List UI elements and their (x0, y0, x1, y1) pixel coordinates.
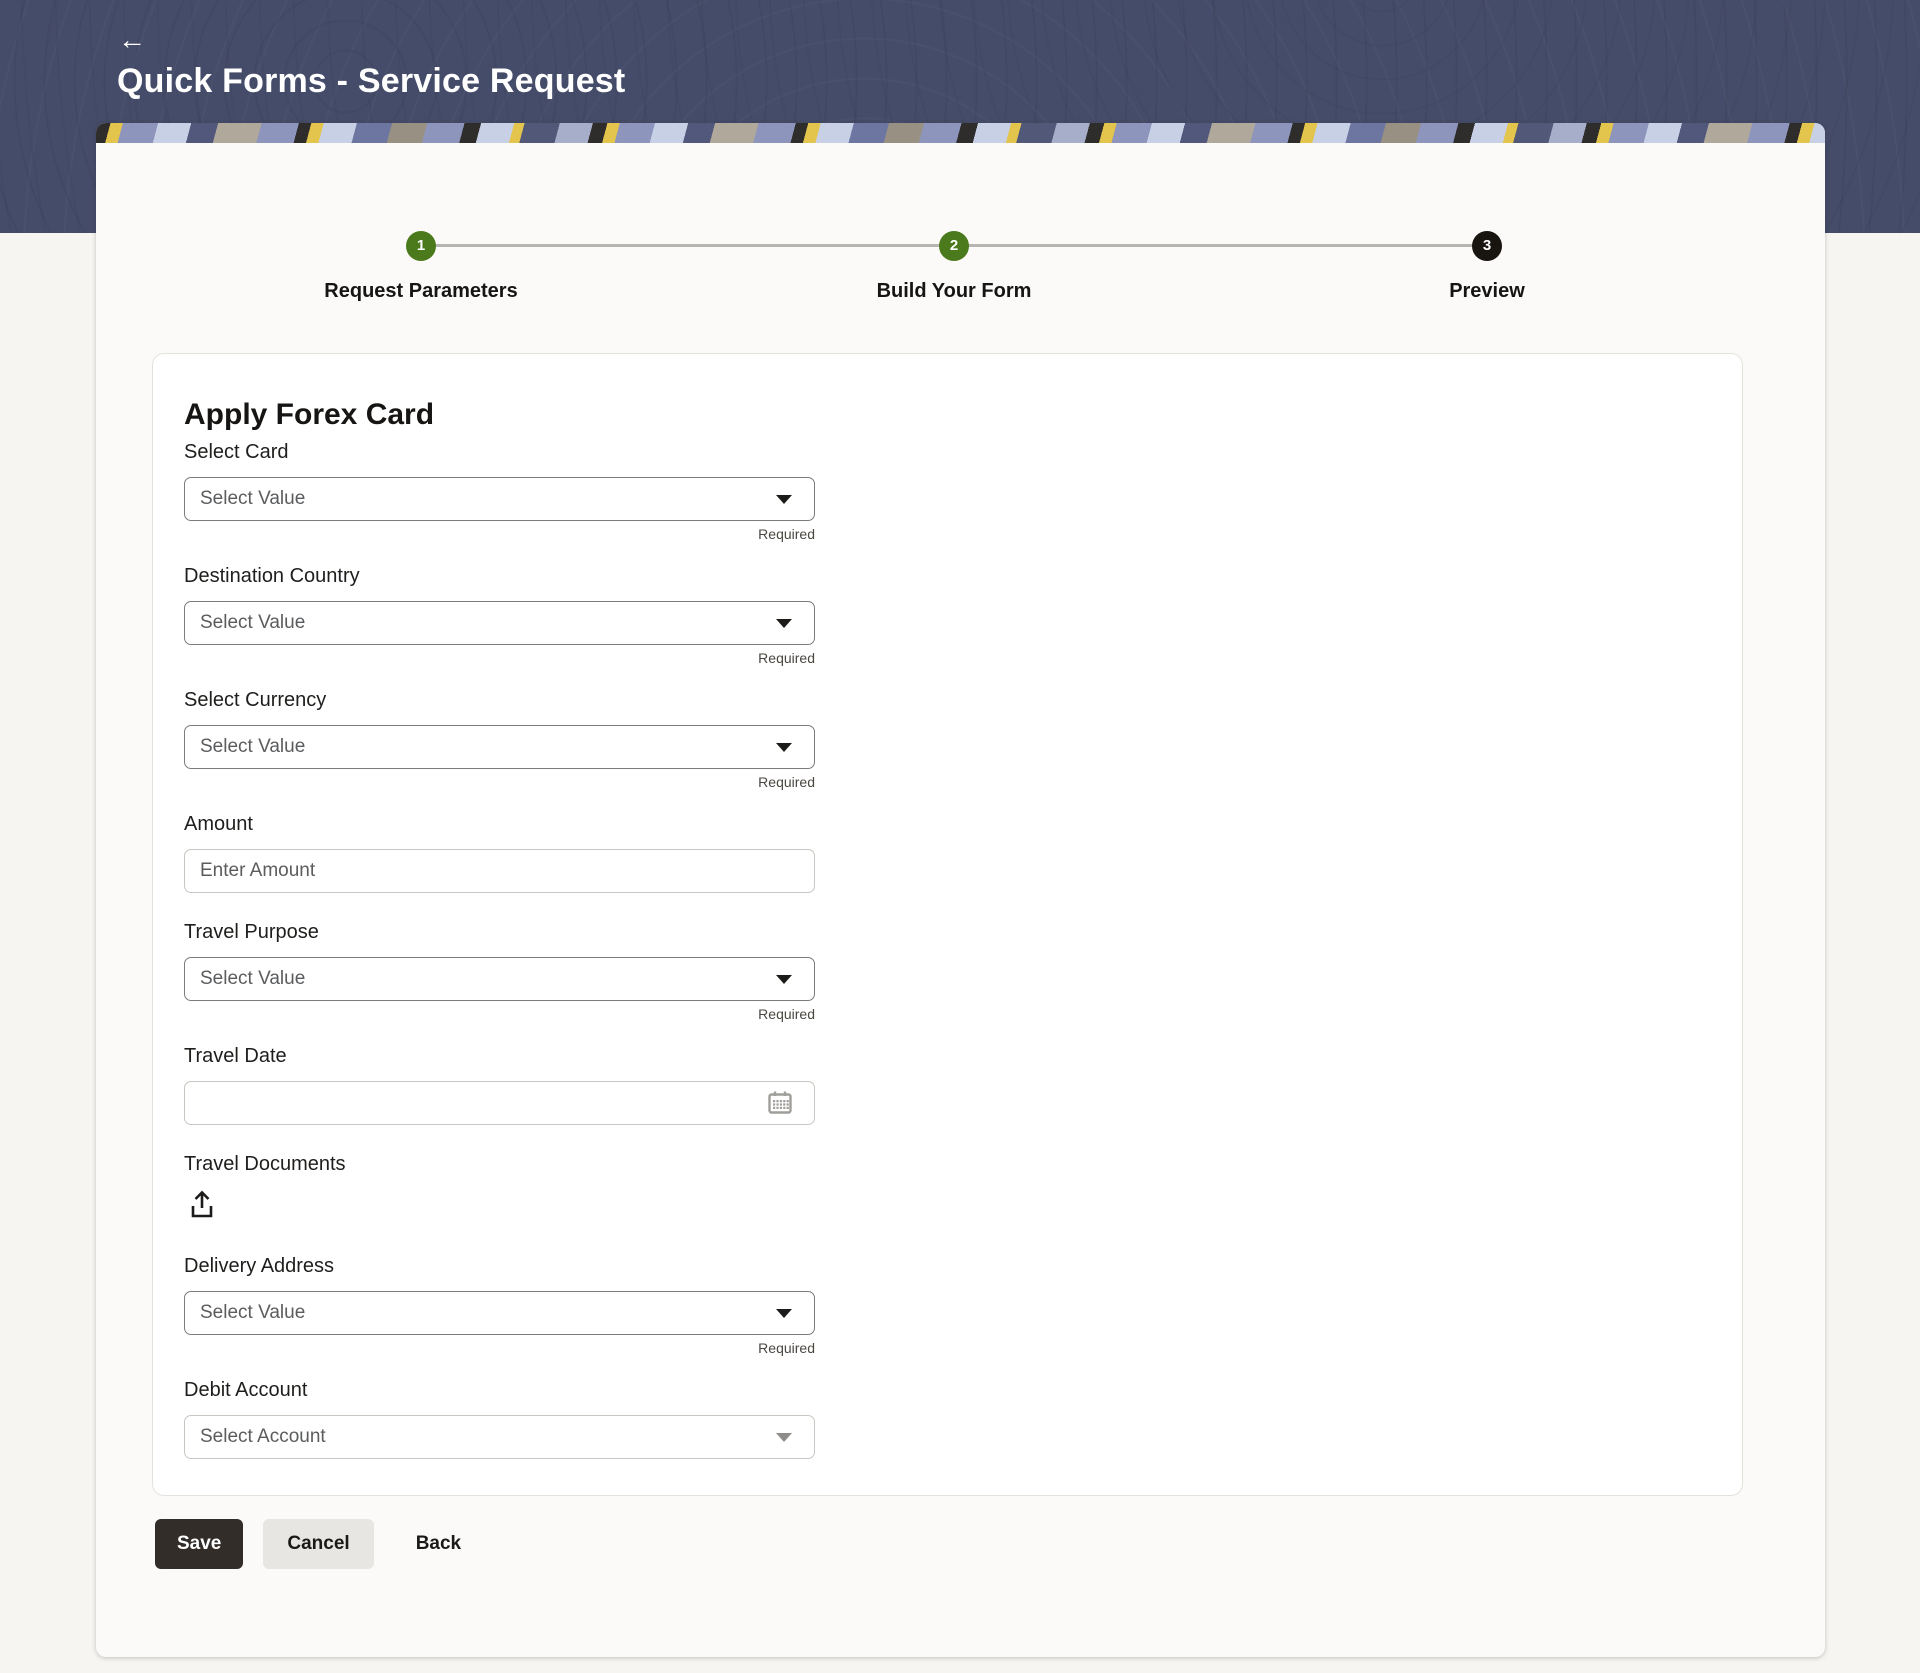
page-title: Quick Forms - Service Request (117, 62, 626, 100)
required-hint: Required (758, 526, 815, 542)
field-label: Amount (184, 813, 253, 835)
field-destination-country: Destination Country Select Value Require… (184, 565, 815, 667)
step-request-parameters[interactable]: 1 Request Parameters (301, 231, 541, 303)
field-label: Destination Country (184, 565, 360, 587)
cancel-button[interactable]: Cancel (263, 1519, 374, 1569)
field-label: Delivery Address (184, 1255, 335, 1277)
decorative-banner (96, 123, 1825, 143)
field-travel-documents: Travel Documents (184, 1153, 815, 1223)
destination-country-dropdown[interactable]: Select Value (184, 601, 815, 645)
amount-input-wrap (184, 849, 815, 893)
delivery-address-dropdown[interactable]: Select Value (184, 1291, 815, 1335)
chevron-down-icon (776, 619, 792, 628)
calendar-icon[interactable] (766, 1089, 794, 1117)
step-2-circle[interactable]: 2 (939, 231, 969, 261)
content-card: 1 Request Parameters 2 Build Your Form 3… (96, 123, 1825, 1657)
select-placeholder: Select Account (200, 1426, 326, 1447)
chevron-down-icon (776, 1433, 792, 1442)
step-preview[interactable]: 3 Preview (1367, 231, 1607, 303)
debit-account-dropdown[interactable]: Select Account (184, 1415, 815, 1459)
step-1-label: Request Parameters (324, 280, 518, 302)
save-button[interactable]: Save (155, 1519, 244, 1569)
form-panel: Apply Forex Card Select Card Select Valu… (152, 353, 1743, 1496)
field-select-card: Select Card Select Value Required (184, 441, 815, 543)
arrow-left-icon: ← (118, 24, 146, 55)
select-placeholder: Select Value (200, 1302, 306, 1323)
field-label: Select Currency (184, 689, 327, 711)
back-nav-button[interactable]: Back (414, 1519, 463, 1569)
select-placeholder: Select Value (200, 612, 306, 633)
field-travel-date: Travel Date (184, 1045, 815, 1125)
chevron-down-icon (776, 743, 792, 752)
required-hint: Required (758, 1006, 815, 1022)
field-label: Select Card (184, 441, 289, 463)
step-build-your-form[interactable]: 2 Build Your Form (834, 231, 1074, 303)
field-amount: Amount (184, 813, 815, 893)
upload-button[interactable] (186, 1189, 218, 1223)
field-select-currency: Select Currency Select Value Required (184, 689, 815, 791)
chevron-down-icon (776, 975, 792, 984)
back-button[interactable]: ← (118, 22, 158, 58)
field-label: Travel Purpose (184, 921, 319, 943)
stepper: 1 Request Parameters 2 Build Your Form 3… (96, 143, 1825, 353)
page: ← Quick Forms - Service Request 1 Reques… (0, 0, 1920, 1673)
field-label: Travel Documents (184, 1153, 346, 1175)
field-travel-purpose: Travel Purpose Select Value Required (184, 921, 815, 1023)
chevron-down-icon (776, 495, 792, 504)
travel-date-input[interactable] (185, 1082, 814, 1124)
action-bar: Save Cancel Back (155, 1519, 1825, 1569)
required-hint: Required (758, 774, 815, 790)
select-currency-dropdown[interactable]: Select Value (184, 725, 815, 769)
field-delivery-address: Delivery Address Select Value Required (184, 1255, 815, 1357)
required-hint: Required (758, 650, 815, 666)
select-placeholder: Select Value (200, 968, 306, 989)
select-placeholder: Select Value (200, 736, 306, 757)
amount-input[interactable] (185, 850, 814, 892)
upload-icon (191, 1190, 213, 1218)
field-label: Debit Account (184, 1379, 308, 1401)
step-3-circle[interactable]: 3 (1472, 231, 1502, 261)
travel-purpose-dropdown[interactable]: Select Value (184, 957, 815, 1001)
select-card-dropdown[interactable]: Select Value (184, 477, 815, 521)
select-placeholder: Select Value (200, 488, 306, 509)
chevron-down-icon (776, 1309, 792, 1318)
step-2-label: Build Your Form (876, 280, 1032, 302)
field-label: Travel Date (184, 1045, 287, 1067)
step-1-circle[interactable]: 1 (406, 231, 436, 261)
step-3-label: Preview (1449, 280, 1525, 302)
field-debit-account: Debit Account Select Account (184, 1379, 815, 1459)
form-title: Apply Forex Card (184, 398, 435, 431)
required-hint: Required (758, 1340, 815, 1356)
travel-date-wrap (184, 1081, 815, 1125)
